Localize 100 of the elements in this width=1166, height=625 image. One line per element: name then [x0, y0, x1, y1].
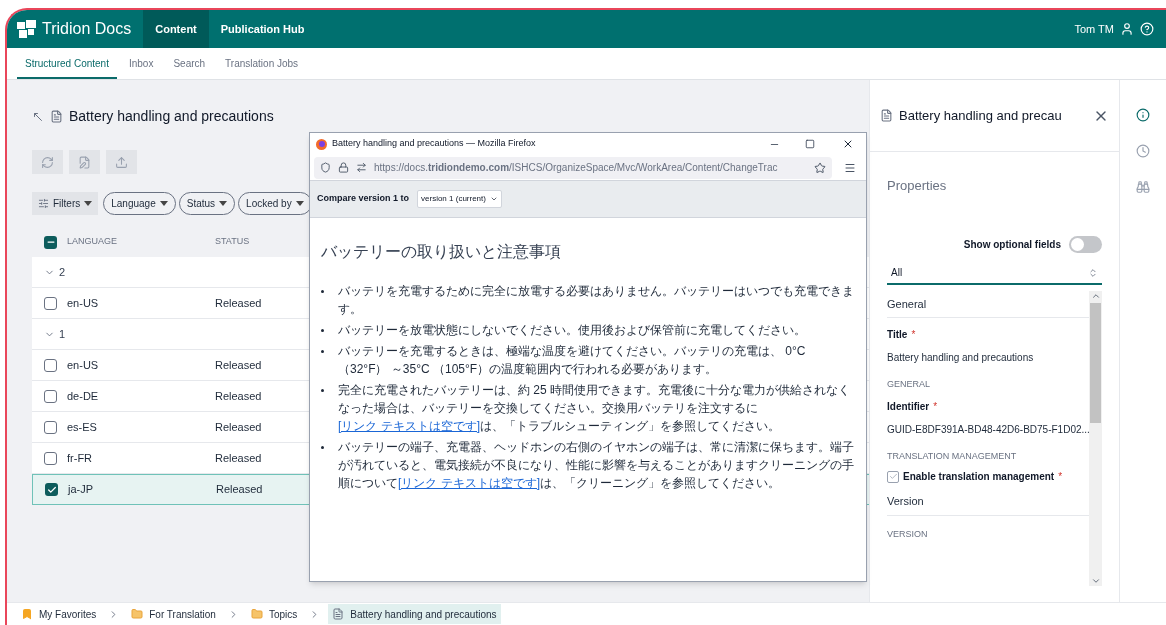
group-label: 2 [59, 264, 66, 280]
app-logo-text[interactable]: Tridion Docs [42, 17, 132, 41]
compare-label: Compare version 1 to [317, 192, 410, 206]
nav-tab[interactable]: Publication Hub [208, 10, 317, 48]
bookmark-icon [21, 608, 33, 620]
toggle-switch[interactable] [1069, 235, 1102, 253]
document-icon [332, 608, 345, 620]
group-heading: GENERAL [887, 378, 931, 391]
folder-icon [131, 608, 144, 620]
subnav-tab[interactable]: Search [165, 50, 214, 79]
breadcrumb-item[interactable]: For Translation [127, 604, 220, 624]
link[interactable]: [リンク テキストは空です] [398, 476, 540, 490]
table-cell-text: Released [216, 482, 263, 498]
upload-icon [115, 155, 128, 169]
caret-icon [295, 201, 304, 206]
version-select[interactable]: version 1 (current) [417, 190, 502, 208]
breadcrumb-item[interactable]: My Favorites [17, 604, 101, 624]
permissions-icon[interactable] [356, 162, 367, 173]
row-checkbox[interactable] [44, 389, 57, 403]
shield-icon[interactable] [320, 162, 331, 173]
table-cell-text: Released [215, 357, 262, 373]
bullet-icon [321, 290, 324, 293]
field-value: Battery handling and precautions [887, 351, 1035, 365]
bullet-icon [321, 446, 324, 449]
subnav-tab[interactable]: Inbox [120, 50, 162, 79]
link[interactable]: [リンク テキストは空です] [338, 419, 480, 433]
refresh-icon [41, 155, 54, 169]
page-title: Battery handling and precautions [69, 107, 274, 126]
check-icon [888, 472, 898, 481]
close-icon[interactable] [842, 138, 854, 150]
user-name[interactable]: Tom TM [1074, 20, 1114, 38]
document-icon [50, 110, 63, 123]
field-label: Title [887, 328, 908, 342]
required-mark: * [911, 328, 916, 342]
breadcrumb-item[interactable]: Topics [246, 604, 302, 624]
collapse-arrow-icon[interactable] [32, 110, 44, 123]
lock-icon[interactable] [338, 162, 349, 173]
checkbox-label: Enable translation management [903, 470, 1055, 484]
bullet-icon [321, 350, 324, 353]
document-icon [880, 109, 893, 122]
required-mark: * [933, 399, 938, 414]
clock-icon[interactable] [1136, 144, 1150, 158]
table-cell-text: Released [215, 388, 262, 404]
toggle-label: Show optional fields [963, 237, 1061, 252]
scrollbar[interactable] [1089, 290, 1102, 586]
document-edit-icon [78, 155, 91, 169]
bullet-text: バッテリを充電するために完全に放電する必要はありません。バッテリーはいつでも充電できます。 [338, 283, 855, 318]
panel-title: Battery handling and precau [899, 106, 1062, 125]
caret-icon [84, 201, 93, 206]
sliders-icon [38, 198, 49, 209]
star-icon[interactable] [814, 161, 826, 174]
table-cell-text: Released [215, 450, 262, 466]
filter-select[interactable]: All [887, 262, 1102, 285]
group-label: 1 [59, 326, 66, 342]
table-cell-text: Released [215, 295, 262, 311]
bullet-text: バッテリーの端子、充電器、ヘッドホンの右側のイヤホンの端子は、常に清潔に保ちます。端子が汚れていると、電気接続が不良になり、性能に影響を与えることがありますクリーニングの手順について[リンク テキストは空です]は、「クリーニング」を参照してください。 [338, 439, 855, 492]
properties-heading: Properties [887, 177, 948, 195]
bullet-text: バッテリーを充電するときは、極端な温度を避けてください。バッテリの充電は、 0°C （32°F） ～35°C （105°F）の温度範囲内で行われる必要があります。 [338, 343, 807, 378]
table-cell-text: en-US [67, 295, 100, 311]
bullet-text: バッテリーを放電状態にしないでください。使用後および保管前に充電してください。 [338, 322, 806, 339]
row-checkbox[interactable] [44, 296, 57, 310]
binoculars-icon[interactable] [1136, 180, 1150, 194]
bullet-icon [321, 389, 324, 392]
column-header[interactable]: LANGUAGE [67, 235, 215, 249]
table-cell-text: Released [215, 419, 262, 435]
row-checkbox[interactable] [45, 483, 58, 496]
user-icon[interactable] [1120, 22, 1134, 36]
document-heading: バッテリーの取り扱いと注意事項 [321, 241, 562, 263]
up-down-icon [1088, 267, 1098, 278]
help-icon[interactable] [1140, 22, 1154, 36]
address-bar[interactable]: https://docs.tridiondemo.com/ISHCS/OrganizeSpace/Mvc/WorkArea/Content/ChangeTrac [314, 156, 832, 179]
breadcrumb-item[interactable]: Battery handling and precautions [328, 604, 501, 624]
caret-icon [219, 201, 228, 206]
checkbox[interactable] [887, 470, 899, 483]
row-checkbox[interactable] [44, 451, 57, 465]
table-cell-text: es-ES [67, 419, 98, 435]
bullet-icon [321, 329, 324, 332]
row-checkbox[interactable] [44, 420, 57, 434]
logo-icon [17, 20, 37, 38]
browser-logo-icon [316, 138, 327, 150]
subnav-tab[interactable]: Translation Jobs [217, 50, 307, 79]
nav-tab[interactable]: Content [143, 10, 209, 48]
select-all-checkbox[interactable] [44, 235, 57, 249]
group-heading: VERSION [887, 527, 929, 541]
check-icon [46, 484, 57, 495]
folder-icon [250, 608, 263, 620]
row-checkbox[interactable] [44, 358, 57, 372]
info-icon[interactable] [1136, 108, 1150, 122]
field-value: GUID-E8DF391A-BD48-42D6-BD75-F1D02... [887, 422, 1089, 437]
caret-icon [159, 201, 168, 206]
filters-button[interactable]: Filters [32, 192, 99, 215]
table-cell-text: en-US [67, 357, 100, 373]
table-cell-text: de-DE [67, 388, 100, 404]
required-mark: * [1058, 470, 1063, 484]
bullet-text: 完全に充電されたバッテリーは、約 25 時間使用できます。充電後に十分な電力が供給されなくなった場合は、バッテリーを交換してください。交換用バッテリを注文するに [リンク テキストは空です]は、「トラブルシューティング」を参照してください。 [338, 382, 851, 435]
column-header[interactable]: STATUS [215, 235, 250, 249]
field-label: Identifier [887, 399, 930, 414]
menu-icon[interactable] [844, 161, 856, 174]
maximize-icon[interactable] [805, 139, 815, 149]
window-title: Battery handling and precautions — Mozilla Firefox [332, 137, 536, 151]
